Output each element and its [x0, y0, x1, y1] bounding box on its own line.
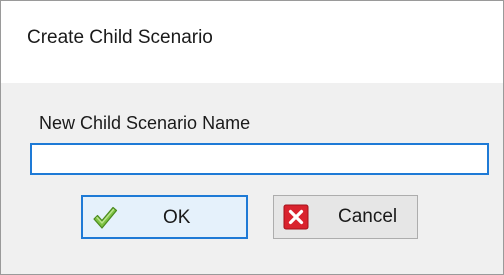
- ok-button-label: OK: [163, 207, 191, 228]
- scenario-name-input[interactable]: [30, 143, 489, 175]
- dialog-title: Create Child Scenario: [27, 27, 213, 48]
- dialog-title-bar: Create Child Scenario: [1, 1, 503, 83]
- cancel-button-label: Cancel: [338, 206, 398, 227]
- create-child-scenario-dialog: Create Child Scenario New Child Scenario…: [0, 0, 504, 275]
- scenario-name-label: New Child Scenario Name: [39, 113, 251, 133]
- close-icon: [283, 204, 309, 230]
- cancel-button[interactable]: Cancel: [273, 195, 418, 239]
- ok-button[interactable]: OK: [81, 195, 248, 239]
- check-icon: [93, 206, 118, 229]
